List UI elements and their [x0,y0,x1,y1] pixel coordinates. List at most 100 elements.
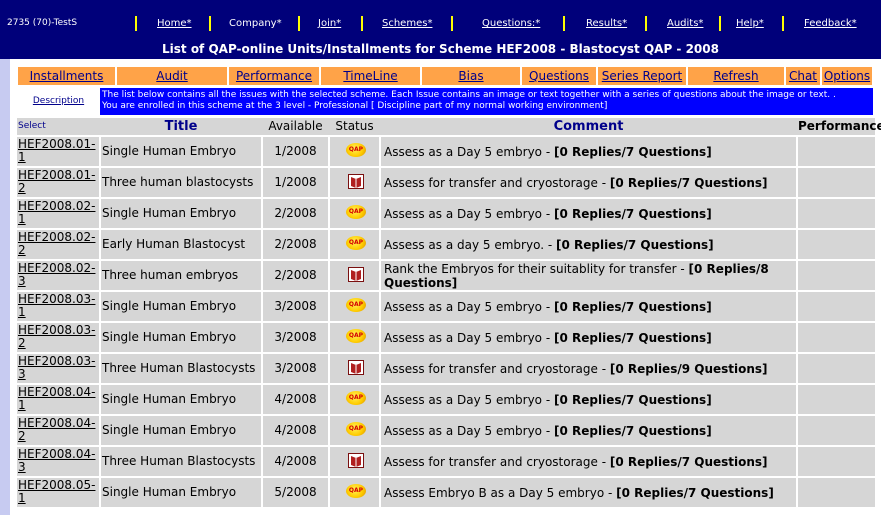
replies-count: [0 Replies/7 Questions] [609,454,768,469]
qap-icon[interactable]: QAP [346,236,366,250]
unit-performance [798,199,875,228]
unit-title: Three human blastocysts [102,175,254,189]
scheme-menu: Installments Audit Performance TimeLine … [18,67,872,85]
unit-comment: Assess as a day 5 embryo. - [0 Replies/7… [381,230,796,259]
unit-link[interactable]: HEF2008.02-2 [17,231,99,257]
table-row: HEF2008.04-2 Single Human Embryo 4/2008 … [17,416,875,445]
table-row: HEF2008.03-1 Single Human Embryo 3/2008 … [17,292,875,321]
unit-performance [798,416,875,445]
left-border [0,0,10,515]
book-icon[interactable] [348,360,364,375]
unit-title: Single Human Embryo [102,330,237,344]
menu-audit[interactable]: Audit [117,67,227,85]
menu-installments[interactable]: Installments [18,67,115,85]
unit-link[interactable]: HEF2008.03-2 [17,324,99,350]
nav-join[interactable]: Join* [318,18,341,29]
unit-title: Single Human Embryo [102,299,237,313]
nav-separator [645,16,647,31]
menu-questions[interactable]: Questions [522,67,596,85]
unit-link[interactable]: HEF2008.01-2 [17,169,99,195]
book-icon[interactable] [348,174,364,189]
unit-link[interactable]: HEF2008.04-1 [17,386,99,412]
menu-performance[interactable]: Performance [229,67,319,85]
unit-available: 2/2008 [274,206,317,220]
header-available: Available [268,119,323,133]
qap-icon[interactable]: QAP [346,143,366,157]
comment-text: Assess for transfer and cryostorage - [384,175,610,190]
replies-count: [0 Replies/7 Questions] [554,299,712,314]
nav-feedback[interactable]: Feedback* [804,18,857,29]
comment-text: Assess as a Day 5 embryo - [384,299,554,314]
qap-icon[interactable]: QAP [346,298,366,312]
nav-results[interactable]: Results* [586,18,627,29]
nav-home[interactable]: Home* [157,18,192,29]
unit-comment: Assess for transfer and cryostorage - [0… [381,354,796,383]
unit-comment: Assess for transfer and cryostorage - [0… [381,447,796,476]
replies-count: [0 Replies/7 Questions] [554,330,712,345]
qap-icon[interactable]: QAP [346,391,366,405]
user-id: 2735 (70)-TestS [7,18,78,28]
table-row: HEF2008.04-1 Single Human Embryo 4/2008 … [17,385,875,414]
page-title: List of QAP-online Units/Installments fo… [0,41,881,59]
replies-count: [0 Replies/7 Questions] [554,392,712,407]
menu-refresh[interactable]: Refresh [688,67,784,85]
qap-icon[interactable]: QAP [346,484,366,498]
nav-separator [563,16,565,31]
header-performance: Performance [798,119,881,133]
unit-link[interactable]: HEF2008.04-3 [17,448,99,474]
unit-link[interactable]: HEF2008.05-1 [17,479,99,505]
unit-available: 4/2008 [274,392,317,406]
table-row: HEF2008.02-2 Early Human Blastocyst 2/20… [17,230,875,259]
unit-available: 1/2008 [274,144,317,158]
nav-questions[interactable]: Questions:* [482,18,540,29]
replies-count: [0 Replies/7 Questions] [555,237,714,252]
nav-company[interactable]: Company* [229,18,282,29]
book-icon[interactable] [348,453,364,468]
replies-count: [0 Replies/9 Questions] [609,361,768,376]
unit-comment: Assess as a Day 5 embryo - [0 Replies/7 … [381,137,796,166]
nav-separator [719,16,721,31]
unit-performance [798,292,875,321]
unit-comment: Assess as a Day 5 embryo - [0 Replies/7 … [381,199,796,228]
menu-bias[interactable]: Bias [422,67,520,85]
installments-table: Select Title Available Status Comment Pe… [17,118,881,507]
description-row: Description The list below contains all … [17,88,873,115]
unit-link[interactable]: HEF2008.03-1 [17,293,99,319]
menu-series-report[interactable]: Series Report [598,67,686,85]
menu-options[interactable]: Options [822,67,872,85]
unit-comment: Assess as a Day 5 embryo - [0 Replies/7 … [381,292,796,321]
table-row: HEF2008.02-1 Single Human Embryo 2/2008 … [17,199,875,228]
qap-icon[interactable]: QAP [346,329,366,343]
header-status: Status [335,119,374,133]
unit-comment: Assess as a Day 5 embryo - [0 Replies/7 … [381,416,796,445]
nav-separator [209,16,211,31]
unit-link[interactable]: HEF2008.02-1 [17,200,99,226]
unit-available: 1/2008 [274,175,317,189]
qap-icon[interactable]: QAP [346,422,366,436]
unit-link[interactable]: HEF2008.03-3 [17,355,99,381]
replies-count: [0 Replies/7 Questions] [609,175,768,190]
description-line: The list below contains all the issues w… [102,90,836,100]
unit-available: 3/2008 [274,330,317,344]
unit-link[interactable]: HEF2008.01-1 [17,138,99,164]
unit-link[interactable]: HEF2008.04-2 [17,417,99,443]
table-header: Select Title Available Status Comment Pe… [17,118,881,135]
unit-performance [798,323,875,352]
menu-timeline[interactable]: TimeLine [321,67,420,85]
qap-icon[interactable]: QAP [346,205,366,219]
unit-comment: Assess Embryo B as a Day 5 embryo - [0 R… [381,478,796,507]
table-row: HEF2008.01-2 Three human blastocysts 1/2… [17,168,875,197]
nav-schemes[interactable]: Schemes* [382,18,432,29]
unit-title: Single Human Embryo [102,206,237,220]
unit-performance [798,137,875,166]
nav-audits[interactable]: Audits* [667,18,703,29]
book-icon[interactable] [348,267,364,282]
unit-title: Single Human Embryo [102,485,237,499]
nav-help[interactable]: Help* [736,18,764,29]
description-link[interactable]: Description [17,88,100,115]
nav-separator [451,16,453,31]
unit-link[interactable]: HEF2008.02-3 [17,262,99,288]
menu-chat[interactable]: Chat [786,67,820,85]
replies-count: [0 Replies/7 Questions] [616,485,774,500]
comment-text: Assess as a Day 5 embryo - [384,392,554,407]
